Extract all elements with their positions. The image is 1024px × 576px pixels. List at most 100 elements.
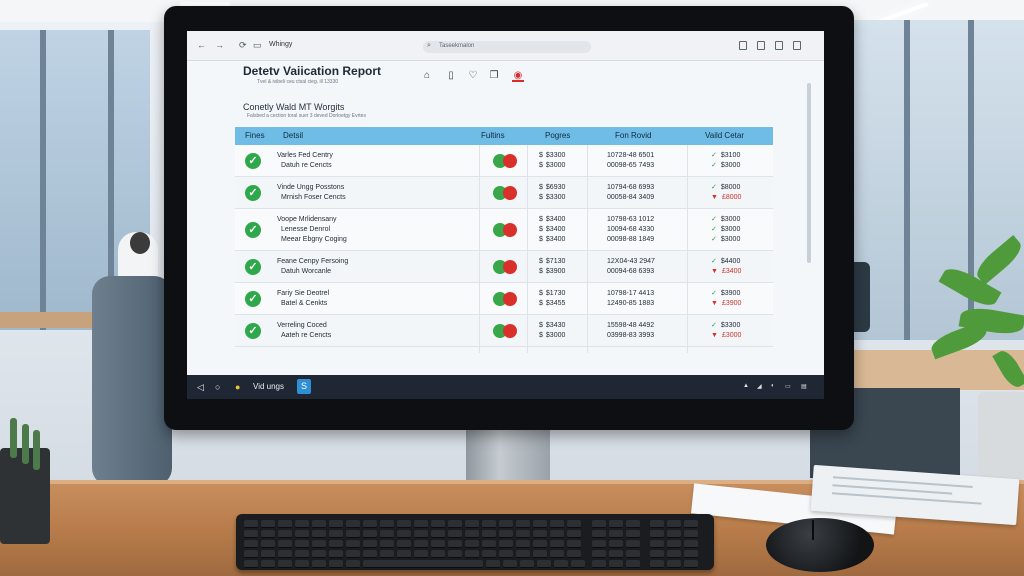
keyboard-key <box>571 560 585 568</box>
check-small-icon: ✓ <box>711 162 717 169</box>
table-row[interactable]: ✓ Verreling Coced Aateh re Cencts $ $3430 $ $3… <box>235 315 773 347</box>
keyboard-key <box>244 540 258 548</box>
vertical-scrollbar[interactable] <box>807 83 811 263</box>
vaild-cetar-cell: ✓ $3100 ✓ $3000 <box>711 151 740 171</box>
keyboard-key <box>244 560 258 568</box>
table-row[interactable]: ✓ Fariy Sie Deotrel Batel & Cenkts $ $1730 $ $… <box>235 283 773 315</box>
detail-line: Aateh re Cencts <box>281 332 332 339</box>
pages-icon[interactable]: ❐ <box>488 70 500 82</box>
vaild-cetar-cell: ✓ $3000 ✓ $3000 ✓ $3000 <box>711 215 740 245</box>
check-icon: ✓ <box>245 291 261 307</box>
volume-icon[interactable]: ◐ <box>771 383 775 389</box>
keyboard-key <box>414 550 428 558</box>
keyboard-key <box>550 550 564 558</box>
keyboard-key <box>533 520 547 528</box>
network-icon[interactable]: ◢ <box>757 383 762 390</box>
keyboard-key <box>397 540 411 548</box>
keyboard-key <box>567 530 581 538</box>
taskbar-app-label[interactable]: Vid ungs <box>253 382 284 391</box>
column-header[interactable]: Detsil <box>283 131 303 140</box>
status-error-dot <box>503 154 517 168</box>
cactus <box>22 424 29 464</box>
keyboard-key <box>626 560 640 568</box>
search-circle-icon[interactable]: ○ <box>215 381 220 393</box>
tray-icon[interactable]: ▲ <box>743 383 749 389</box>
fon-rovid-cell: 10794-68 6993 00058-84 3409 <box>607 183 654 203</box>
validation-value: ▼ £3400 <box>711 267 741 277</box>
column-header[interactable]: Fon Rovid <box>615 131 651 140</box>
vaild-cetar-cell: ✓ $8000 ▼ £8000 <box>711 183 741 203</box>
keyboard-key <box>554 560 568 568</box>
app-icon[interactable]: ● <box>235 381 240 393</box>
keyboard-key <box>482 520 496 528</box>
keyboard-key <box>533 540 547 548</box>
table-row[interactable]: ✓ Feane Cenpy Fersoing Datuh Worcanle $ $713… <box>235 251 773 283</box>
start-icon[interactable]: ◁ <box>197 381 204 393</box>
notification-icon[interactable]: ▤ <box>801 383 807 390</box>
keyboard-key <box>448 540 462 548</box>
column-header[interactable]: Fultins <box>481 131 505 140</box>
status-indicator <box>493 292 519 306</box>
keyboard-key <box>244 520 258 528</box>
table-row[interactable]: ✓ Varles Fed Centry Datuh re Cencts $ $3300 $… <box>235 145 773 177</box>
keyboard-key <box>261 550 275 558</box>
keyboard-key <box>592 540 606 548</box>
browser-tab[interactable]: Whingy <box>269 41 292 48</box>
document-icon[interactable]: ▯ <box>445 70 457 82</box>
keyboard-key <box>346 560 360 568</box>
keyboard-key <box>312 560 326 568</box>
column-header[interactable]: Pogres <box>545 131 570 140</box>
keyboard-key <box>261 530 275 538</box>
pogres-value: $ $3000 <box>539 331 565 341</box>
column-header[interactable]: Vaild Cetar <box>705 131 744 140</box>
keyboard-key <box>363 520 377 528</box>
forward-arrow-icon[interactable]: → <box>215 40 224 50</box>
keyboard-key <box>650 520 664 528</box>
home-icon[interactable]: ⌂ <box>421 70 433 82</box>
column-header[interactable]: Fines <box>245 131 265 140</box>
validation-value: ▼ £3900 <box>711 299 741 309</box>
browser-app-icon[interactable]: S <box>297 379 311 394</box>
check-icon: ✓ <box>245 185 261 201</box>
pogres-value: $ $3300 <box>539 151 565 161</box>
downloads-icon[interactable] <box>775 41 783 50</box>
keyboard-key <box>684 520 698 528</box>
bookmark-icon[interactable] <box>739 41 747 50</box>
status-indicator <box>493 260 519 274</box>
mouse-button-split <box>812 520 814 540</box>
amount: $3000 <box>720 162 741 169</box>
fon-rovid-cell: 10798-17 4413 12490-85 1883 <box>607 289 654 309</box>
amount: £3900 <box>721 300 742 307</box>
validation-value: ✓ $3100 <box>711 151 740 161</box>
table-row[interactable]: ✓ Vinde Ungg Posstons Mrnish Foser Cencts $… <box>235 177 773 209</box>
check-small-icon: ✓ <box>711 322 717 329</box>
alert-icon[interactable]: ◉ <box>512 70 524 82</box>
currency-symbol: $ <box>539 300 543 307</box>
validation-value: ✓ $3000 <box>711 235 740 245</box>
pogres-cell: $ $6930 $ $3300 <box>539 183 565 203</box>
check-icon: ✓ <box>245 323 261 339</box>
keyboard-key <box>503 560 517 568</box>
extension-icon[interactable] <box>757 41 765 50</box>
status-indicator <box>493 223 519 237</box>
id-value: 00098-88 1849 <box>607 236 655 243</box>
detail-line: Fariy Sie Deotrel <box>277 290 330 297</box>
keyboard-key <box>346 540 360 548</box>
address-bar[interactable]: ⌕ Taseekmalon <box>423 41 591 53</box>
keyboard-key <box>684 560 698 568</box>
table-row[interactable]: ✓ Voope Mrlidensany Lenesse Denrol Meear Eb… <box>235 209 773 251</box>
menu-icon[interactable] <box>793 41 801 50</box>
amount: $3900 <box>545 268 566 275</box>
currency-symbol: $ <box>539 332 543 339</box>
back-arrow-icon[interactable]: ← <box>197 40 206 50</box>
keyboard-key <box>295 540 309 548</box>
keyboard-key <box>667 550 681 558</box>
refresh-icon[interactable]: ⟳ <box>239 40 247 50</box>
currency-symbol: $ <box>539 162 543 169</box>
column-divider <box>587 145 588 353</box>
battery-icon[interactable]: ▭ <box>785 383 791 390</box>
id-value: 10094-68 4330 <box>607 226 655 233</box>
id-value: 10798-17 4413 <box>607 290 655 297</box>
browser-toolbar: ← → ⟳ ▭ Whingy ⌕ Taseekmalon <box>187 31 824 61</box>
heart-icon[interactable]: ♡ <box>467 70 479 82</box>
